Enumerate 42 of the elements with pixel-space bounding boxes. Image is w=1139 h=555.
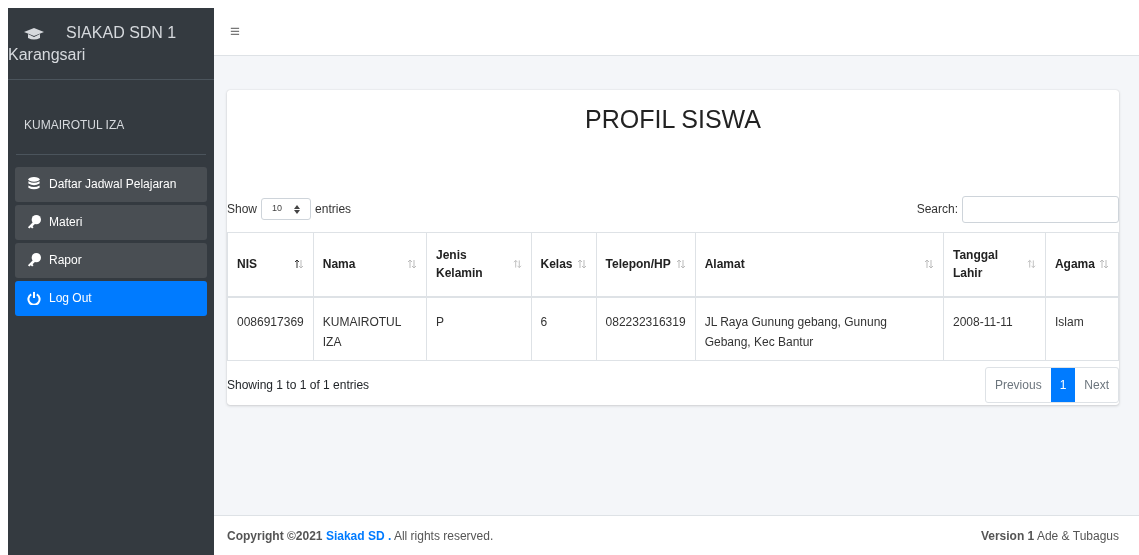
graduation-cap-icon [24, 27, 44, 41]
sidebar-item[interactable]: Materi [15, 204, 207, 240]
entries-label: entries [315, 201, 352, 218]
sidebar-item[interactable]: Rapor [15, 242, 207, 278]
column-header[interactable]: Jenis Kelamin [426, 232, 531, 297]
table-cell: 082232316319 [596, 296, 696, 361]
copyright-text: Copyright ©2021 Siakad SD . All rights reserved. [227, 527, 494, 545]
table-info: Showing 1 to 1 of 1 entries [227, 377, 370, 394]
search-label: Search: [916, 201, 958, 218]
power-icon [27, 291, 41, 306]
select-caret-icon [294, 204, 301, 214]
table-cell: JL Raya Gunung gebang, Gunung Gebang, Kec Bantur [695, 296, 944, 361]
logout-button[interactable]: Log Out [15, 280, 207, 316]
search-field[interactable] [962, 195, 1119, 223]
version-text: Version 1 Ade & Tubagus [980, 527, 1119, 545]
table-cell: 2008-11-11 [943, 296, 1046, 361]
column-header[interactable]: Telepon/HP [596, 232, 696, 297]
user-name: KUMAIROTUL IZA [16, 79, 206, 155]
column-header[interactable]: Tanggal Lahir [943, 232, 1046, 297]
column-header[interactable]: Alamat [695, 232, 944, 297]
column-header[interactable]: NIS [227, 232, 314, 297]
menu-toggle[interactable]: ≡ [230, 18, 240, 45]
key-icon [27, 215, 41, 230]
entries-select[interactable]: 10 [261, 198, 312, 220]
database-icon [27, 177, 41, 192]
column-header[interactable]: Nama [313, 232, 427, 297]
table-cell: KUMAIROTUL IZA [313, 296, 427, 361]
pagination-link[interactable]: Next [1075, 368, 1118, 402]
sidebar-item[interactable]: Daftar Jadwal Pelajaran [15, 166, 207, 202]
table-cell: P [426, 296, 531, 361]
page-title: PROFIL SISWA [584, 104, 762, 135]
table-cell: Islam [1045, 296, 1119, 361]
table-cell: 0086917369 [227, 296, 314, 361]
table-cell: 6 [531, 296, 597, 361]
key-icon [27, 253, 41, 268]
column-header[interactable]: Agama [1045, 232, 1119, 297]
page-link[interactable]: 1 [1050, 368, 1076, 402]
column-header[interactable]: Kelas [531, 232, 597, 297]
pagination-link[interactable]: Previous [985, 368, 1051, 402]
show-label: Show [227, 201, 258, 218]
footer-link[interactable]: Siakad SD . [325, 528, 392, 543]
brand-name[interactable]: SIAKAD SDN 1 Karangsari [8, 22, 206, 67]
